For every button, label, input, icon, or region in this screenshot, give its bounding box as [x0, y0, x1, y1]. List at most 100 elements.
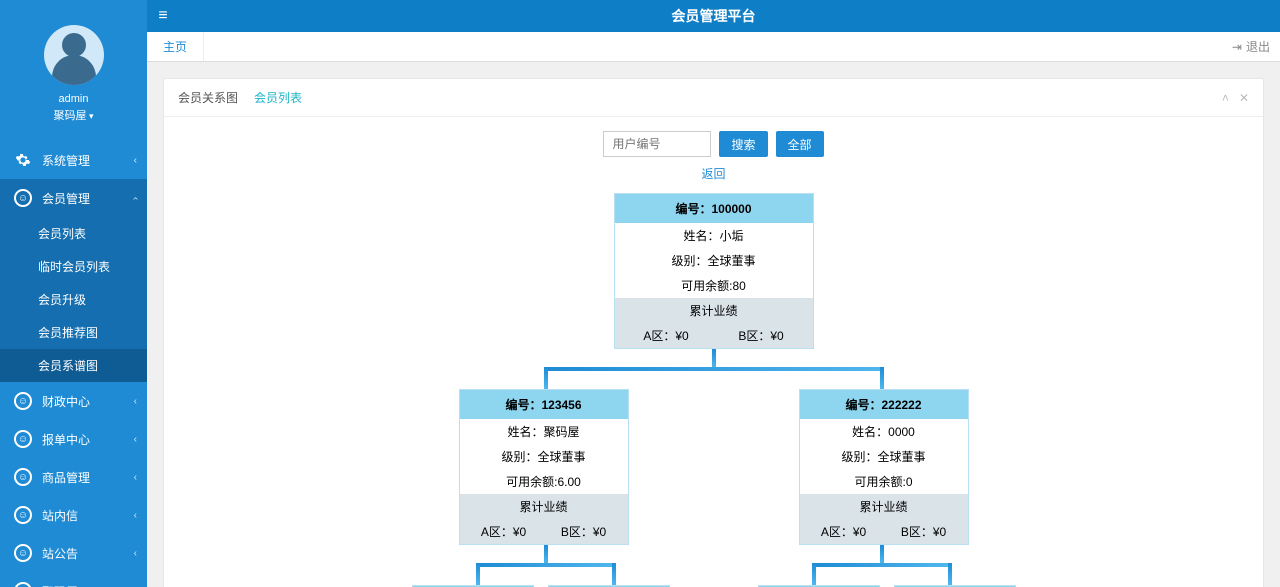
node-b: ¥0: [933, 525, 946, 539]
chevron-left-icon: ‹: [134, 472, 137, 483]
sidebar-item-label: 财政中心: [42, 393, 90, 410]
node-a: ¥0: [513, 525, 526, 539]
sidebar-item-member[interactable]: ☺ 会员管理 ‹: [0, 179, 147, 217]
tree-connector: [544, 545, 548, 563]
node-name-label: 姓名：: [683, 229, 719, 243]
sidebar-item-label: 站内信: [42, 507, 78, 524]
panel-title: 会员关系图: [178, 89, 238, 106]
panel-link-memberlist[interactable]: 会员列表: [254, 89, 302, 106]
sidebar: admin 聚码屋 系统管理 ‹ ☺ 会员管理 ‹ 会员列表 临时会员列表 会员…: [0, 0, 147, 587]
gear-icon: [14, 151, 32, 169]
sidebar-item-system[interactable]: 系统管理 ‹: [0, 141, 147, 179]
sidebar-item-messages[interactable]: ☺ 站内信 ‹: [0, 496, 147, 534]
username-label: admin: [0, 93, 147, 105]
user-icon: ☺: [14, 544, 32, 562]
logout-label: 退出: [1246, 38, 1270, 55]
node-id-label: 编号：: [845, 398, 881, 412]
node-a-label: A区：: [643, 329, 675, 343]
sidebar-subitem-genealogy[interactable]: 会员系谱图: [0, 349, 147, 382]
user-icon: ☺: [14, 392, 32, 410]
panel-body: 搜索 全部 返回 编号：100000 姓名：小垢 级别：全球董事 可用余额:80…: [164, 117, 1263, 587]
tree-connector: [712, 349, 716, 367]
hamburger-icon[interactable]: ≡: [147, 7, 179, 25]
search-input[interactable]: [603, 131, 711, 157]
tree-connector: [880, 367, 884, 389]
sidebar-item-orders[interactable]: ☺ 报单中心 ‹: [0, 420, 147, 458]
sidebar-item-jumawu[interactable]: ◎ 聚码屋: [0, 572, 147, 587]
sidebar-item-products[interactable]: ☺ 商品管理 ‹: [0, 458, 147, 496]
sidebar-item-label: 系统管理: [42, 152, 90, 169]
node-a-label: A区：: [821, 525, 853, 539]
sidebar-subitems-member: 会员列表 临时会员列表 会员升级 会员推荐图 会员系谱图: [0, 217, 147, 382]
node-id: 222222: [881, 398, 921, 412]
sidebar-subitem-recommend[interactable]: 会员推荐图: [0, 316, 147, 349]
tree-node-child[interactable]: 编号：123456 姓名：聚码屋 级别：全球董事 可用余额:6.00 累计业绩 …: [459, 389, 629, 545]
node-a: ¥0: [853, 525, 866, 539]
node-a-label: A区：: [481, 525, 513, 539]
collapse-icon[interactable]: ˄: [1222, 91, 1229, 105]
back-link[interactable]: 返回: [701, 167, 725, 181]
node-balance: 80: [732, 279, 745, 293]
user-icon: ☺: [14, 189, 32, 207]
node-perf-label: 累计业绩: [460, 494, 628, 519]
node-level-label: 级别：: [841, 450, 877, 464]
chevron-left-icon: ‹: [134, 548, 137, 559]
user-info: admin 聚码屋: [0, 93, 147, 123]
node-perf-label: 累计业绩: [800, 494, 968, 519]
tree-node-root[interactable]: 编号：100000 姓名：小垢 级别：全球董事 可用余额:80 累计业绩 A区：…: [614, 193, 814, 349]
node-b: ¥0: [593, 525, 606, 539]
node-id: 123456: [541, 398, 581, 412]
app-title: 会员管理平台: [672, 6, 756, 26]
sidebar-item-label: 会员管理: [42, 190, 90, 207]
tree-connector: [812, 563, 816, 585]
panel-actions: ˄ ✕: [1222, 91, 1249, 105]
node-perf-label: 累计业绩: [615, 298, 813, 323]
tree-connector: [544, 367, 884, 371]
tab-home[interactable]: 主页: [147, 32, 204, 61]
chevron-left-icon: ‹: [134, 434, 137, 445]
tree-connector: [476, 563, 612, 567]
sidebar-subitem-templist[interactable]: 临时会员列表: [0, 250, 147, 283]
node-level: 全球董事: [878, 450, 926, 464]
sidebar-subitem-upgrade[interactable]: 会员升级: [0, 283, 147, 316]
tree-level-2: 编号：123456 姓名：聚码屋 级别：全球董事 可用余额:6.00 累计业绩 …: [178, 389, 1249, 545]
node-name: 小垢: [720, 229, 744, 243]
tree-connector: [544, 367, 548, 389]
node-balance: 6.00: [557, 475, 580, 489]
circle-icon: ◎: [14, 582, 32, 587]
node-b: ¥0: [770, 329, 783, 343]
sidebar-item-announce[interactable]: ☺ 站公告 ‹: [0, 534, 147, 572]
node-name: 聚码屋: [544, 425, 580, 439]
node-level-label: 级别：: [671, 254, 707, 268]
all-button[interactable]: 全部: [776, 131, 824, 157]
logout-icon: ⇥: [1232, 40, 1242, 54]
search-row: 搜索 全部: [178, 131, 1249, 157]
tree-connector: [948, 563, 952, 585]
node-level-label: 级别：: [501, 450, 537, 464]
node-balance-label: 可用余额:: [681, 279, 732, 293]
sidebar-item-label: 聚码屋: [42, 583, 78, 587]
sidebar-item-label: 站公告: [42, 545, 78, 562]
node-id-label: 编号：: [505, 398, 541, 412]
sidebar-subitem-memberlist[interactable]: 会员列表: [0, 217, 147, 250]
search-button[interactable]: 搜索: [719, 131, 767, 157]
avatar[interactable]: [44, 25, 104, 85]
sidebar-item-finance[interactable]: ☺ 财政中心 ‹: [0, 382, 147, 420]
logout-button[interactable]: ⇥ 退出: [1232, 38, 1270, 55]
tree-node-child[interactable]: 编号：222222 姓名：0000 级别：全球董事 可用余额:0 累计业绩 A区…: [799, 389, 969, 545]
org-dropdown[interactable]: 聚码屋: [0, 107, 147, 123]
chevron-left-icon: ‹: [134, 510, 137, 521]
sidebar-item-label: 商品管理: [42, 469, 90, 486]
content: 会员关系图 会员列表 ˄ ✕ 搜索 全部 返回 编号：100000 姓名：小垢: [147, 62, 1280, 587]
node-level: 全球董事: [538, 450, 586, 464]
panel: 会员关系图 会员列表 ˄ ✕ 搜索 全部 返回 编号：100000 姓名：小垢: [163, 78, 1264, 587]
tree: 编号：100000 姓名：小垢 级别：全球董事 可用余额:80 累计业绩 A区：…: [178, 193, 1249, 587]
chevron-down-icon: ‹: [130, 196, 141, 199]
panel-head: 会员关系图 会员列表 ˄ ✕: [164, 79, 1263, 117]
node-b-label: B区：: [561, 525, 593, 539]
tree-connector: [880, 545, 884, 563]
chevron-left-icon: ‹: [134, 396, 137, 407]
close-icon[interactable]: ✕: [1239, 91, 1249, 105]
node-name-label: 姓名：: [852, 425, 888, 439]
tree-connector: [476, 563, 480, 585]
